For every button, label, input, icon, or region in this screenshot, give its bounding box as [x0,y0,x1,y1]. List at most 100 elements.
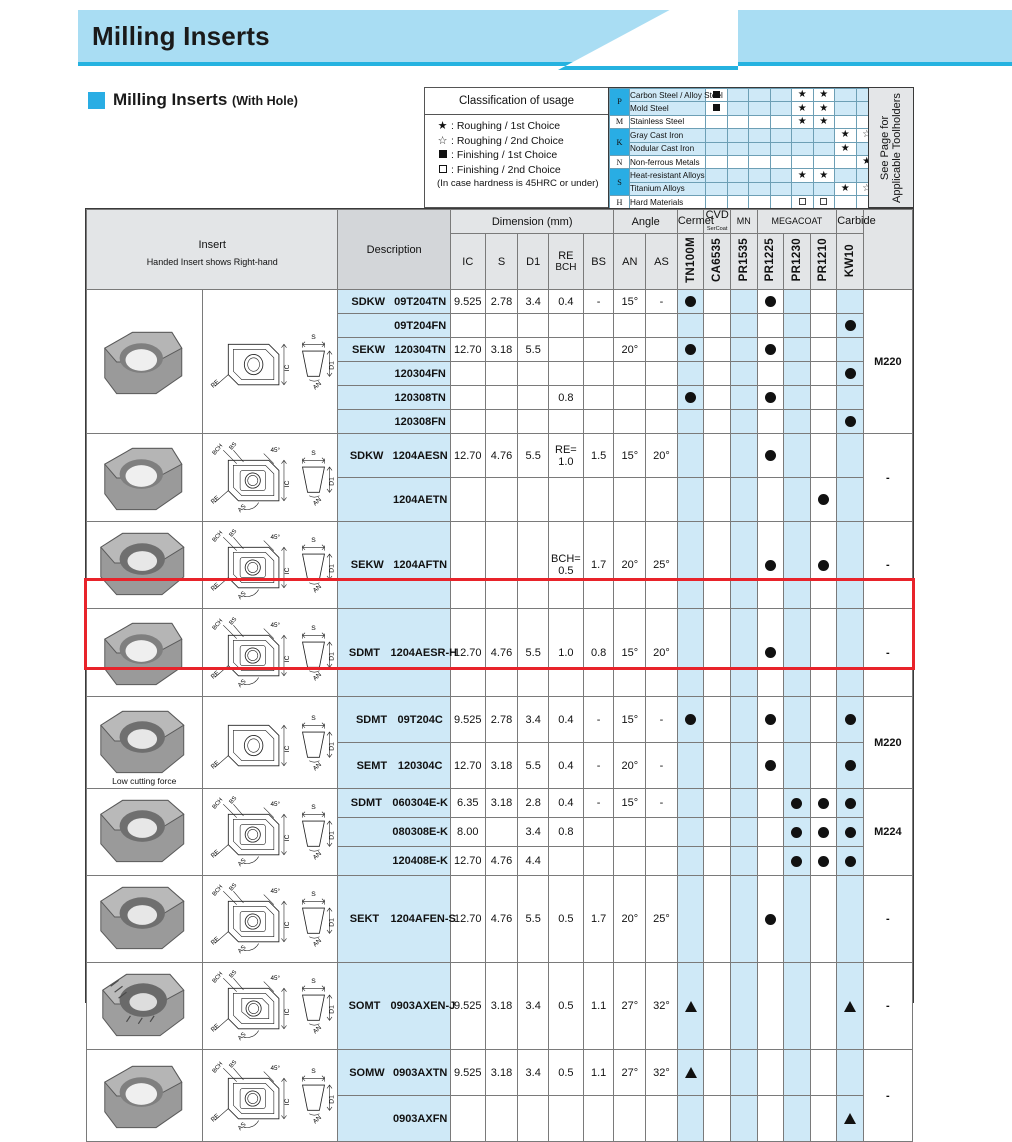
dim-s [484,361,519,387]
dim-d1: 5.5 [517,875,549,964]
grade-dot-icon [764,760,776,772]
svg-text:S: S [311,715,316,722]
insert-code: 0903AXEN-J [390,1000,456,1013]
grade-cell [676,361,705,387]
dim-ic [449,361,486,387]
dim-ic: 12.70 [449,337,486,363]
matrix-cell: ★ [834,128,857,143]
grade-cell [676,608,705,698]
dim-as: 32° [645,1049,678,1097]
dim-s [484,1095,519,1142]
grade-cell [809,1095,838,1142]
grade-cell [729,1095,758,1142]
matrix-row: Mold Steel ★ ★ [610,101,878,116]
star-filled-icon: ★ [797,89,807,101]
material-name: Stainless Steel [629,114,706,130]
svg-text:AS: AS [236,1031,247,1042]
matrix-row: M Stainless Steel ★ ★ [609,114,878,130]
svg-text:BS: BS [228,883,238,893]
catalog-page: Milling Inserts Milling Inserts (With Ho… [0,0,1012,1142]
grade-dot-icon [685,296,697,308]
dim-s [484,313,519,339]
dim-re [548,1095,584,1142]
grade-cell [756,875,785,964]
header-grade-ca6535: CA6535 [703,233,731,291]
grade-cell [836,962,864,1051]
section-title-text: Milling Inserts [113,90,228,109]
svg-text:AN: AN [311,1024,323,1035]
grade-cell [836,817,864,848]
svg-text:S: S [311,978,316,985]
header-grade-kw10: KW10 [836,233,864,291]
svg-text:BCH: BCH [211,530,224,543]
grade-dot-icon [817,826,829,838]
grade-cell [676,1049,705,1097]
grade-cell [729,361,758,387]
matrix-cell [769,87,792,103]
matrix-cell [705,128,728,143]
grade-cell [783,361,811,387]
square-open-icon [437,163,448,178]
svg-text:IC: IC [284,655,291,662]
insert-photo [86,433,203,523]
table-row: IC RE S D1 AN BCH BS 45° AS SDMT 060304E-K 6.35 3.18… [86,788,914,877]
matrix-cell [726,181,749,197]
dim-s: 4.76 [484,846,519,877]
matrix-cell [769,168,792,183]
matrix-cell [791,181,814,197]
dim-bs: - [582,289,615,315]
svg-text:IC: IC [284,1098,291,1105]
dim-s: 2.78 [484,696,519,744]
toolholder-column-header: See Page for Applicable Toolholders [868,87,914,208]
legend-item-label: : Roughing / 2nd Choice [451,134,564,147]
insert-prefix: SOMW [349,1066,385,1079]
grade-dot-icon [764,714,776,726]
grade-dot-icon [764,392,776,404]
svg-text:S: S [311,891,316,898]
dim-d1 [517,409,549,435]
dim-ic: 12.70 [449,875,486,964]
grade-cell [783,337,811,363]
grade-cell [783,875,811,964]
grade-cell [836,696,864,744]
table-header-row-1: Insert Handed Insert shows Right-hand Desc… [85,208,914,291]
material-category: P [609,88,630,116]
dim-as [645,477,678,523]
insert-prefix: SEKT [349,913,380,926]
header-s: S [484,233,519,291]
svg-text:BCH: BCH [211,971,224,984]
grade-cell [729,846,758,877]
svg-text:BS: BS [228,970,238,980]
dim-d1 [517,521,549,610]
insert-description: SEKW 1204AFTN [337,521,451,610]
grade-cell [783,696,811,744]
insert-photo [86,875,203,964]
matrix-cell [812,141,835,156]
grade-cell [729,696,758,744]
legend-title: Classification of usage [425,88,608,115]
insert-description: 0903AXFN [337,1095,451,1142]
grade-cell [703,696,731,744]
material-name: Carbon Steel / Alloy Steel [629,87,723,103]
grade-cell [809,433,838,479]
insert-description: SOMW 0903AXTN [337,1049,451,1097]
grade-cell [676,337,705,363]
dim-s [484,817,519,848]
insert-prefix: SOMT [348,1000,381,1013]
material-name: Mold Steel [629,101,706,116]
dim-s: 3.18 [484,1049,519,1097]
svg-text:AN: AN [311,937,323,948]
grade-cell [836,409,864,435]
svg-text:D1: D1 [328,360,335,369]
dim-as [645,1095,678,1142]
grade-dot-icon [817,797,829,809]
dim-d1 [517,313,549,339]
insert-photo [86,962,203,1051]
svg-text:D1: D1 [328,1005,335,1014]
grade-cell [729,742,758,790]
table-row: IC RE S D1 AN BCH BS 45° AS SDKW 1204AESN 12.70 4.76… [86,433,914,523]
matrix-cell [726,141,749,156]
matrix-cell [705,101,728,116]
insert-prefix: SDMT [348,646,381,659]
svg-text:AN: AN [311,761,323,772]
